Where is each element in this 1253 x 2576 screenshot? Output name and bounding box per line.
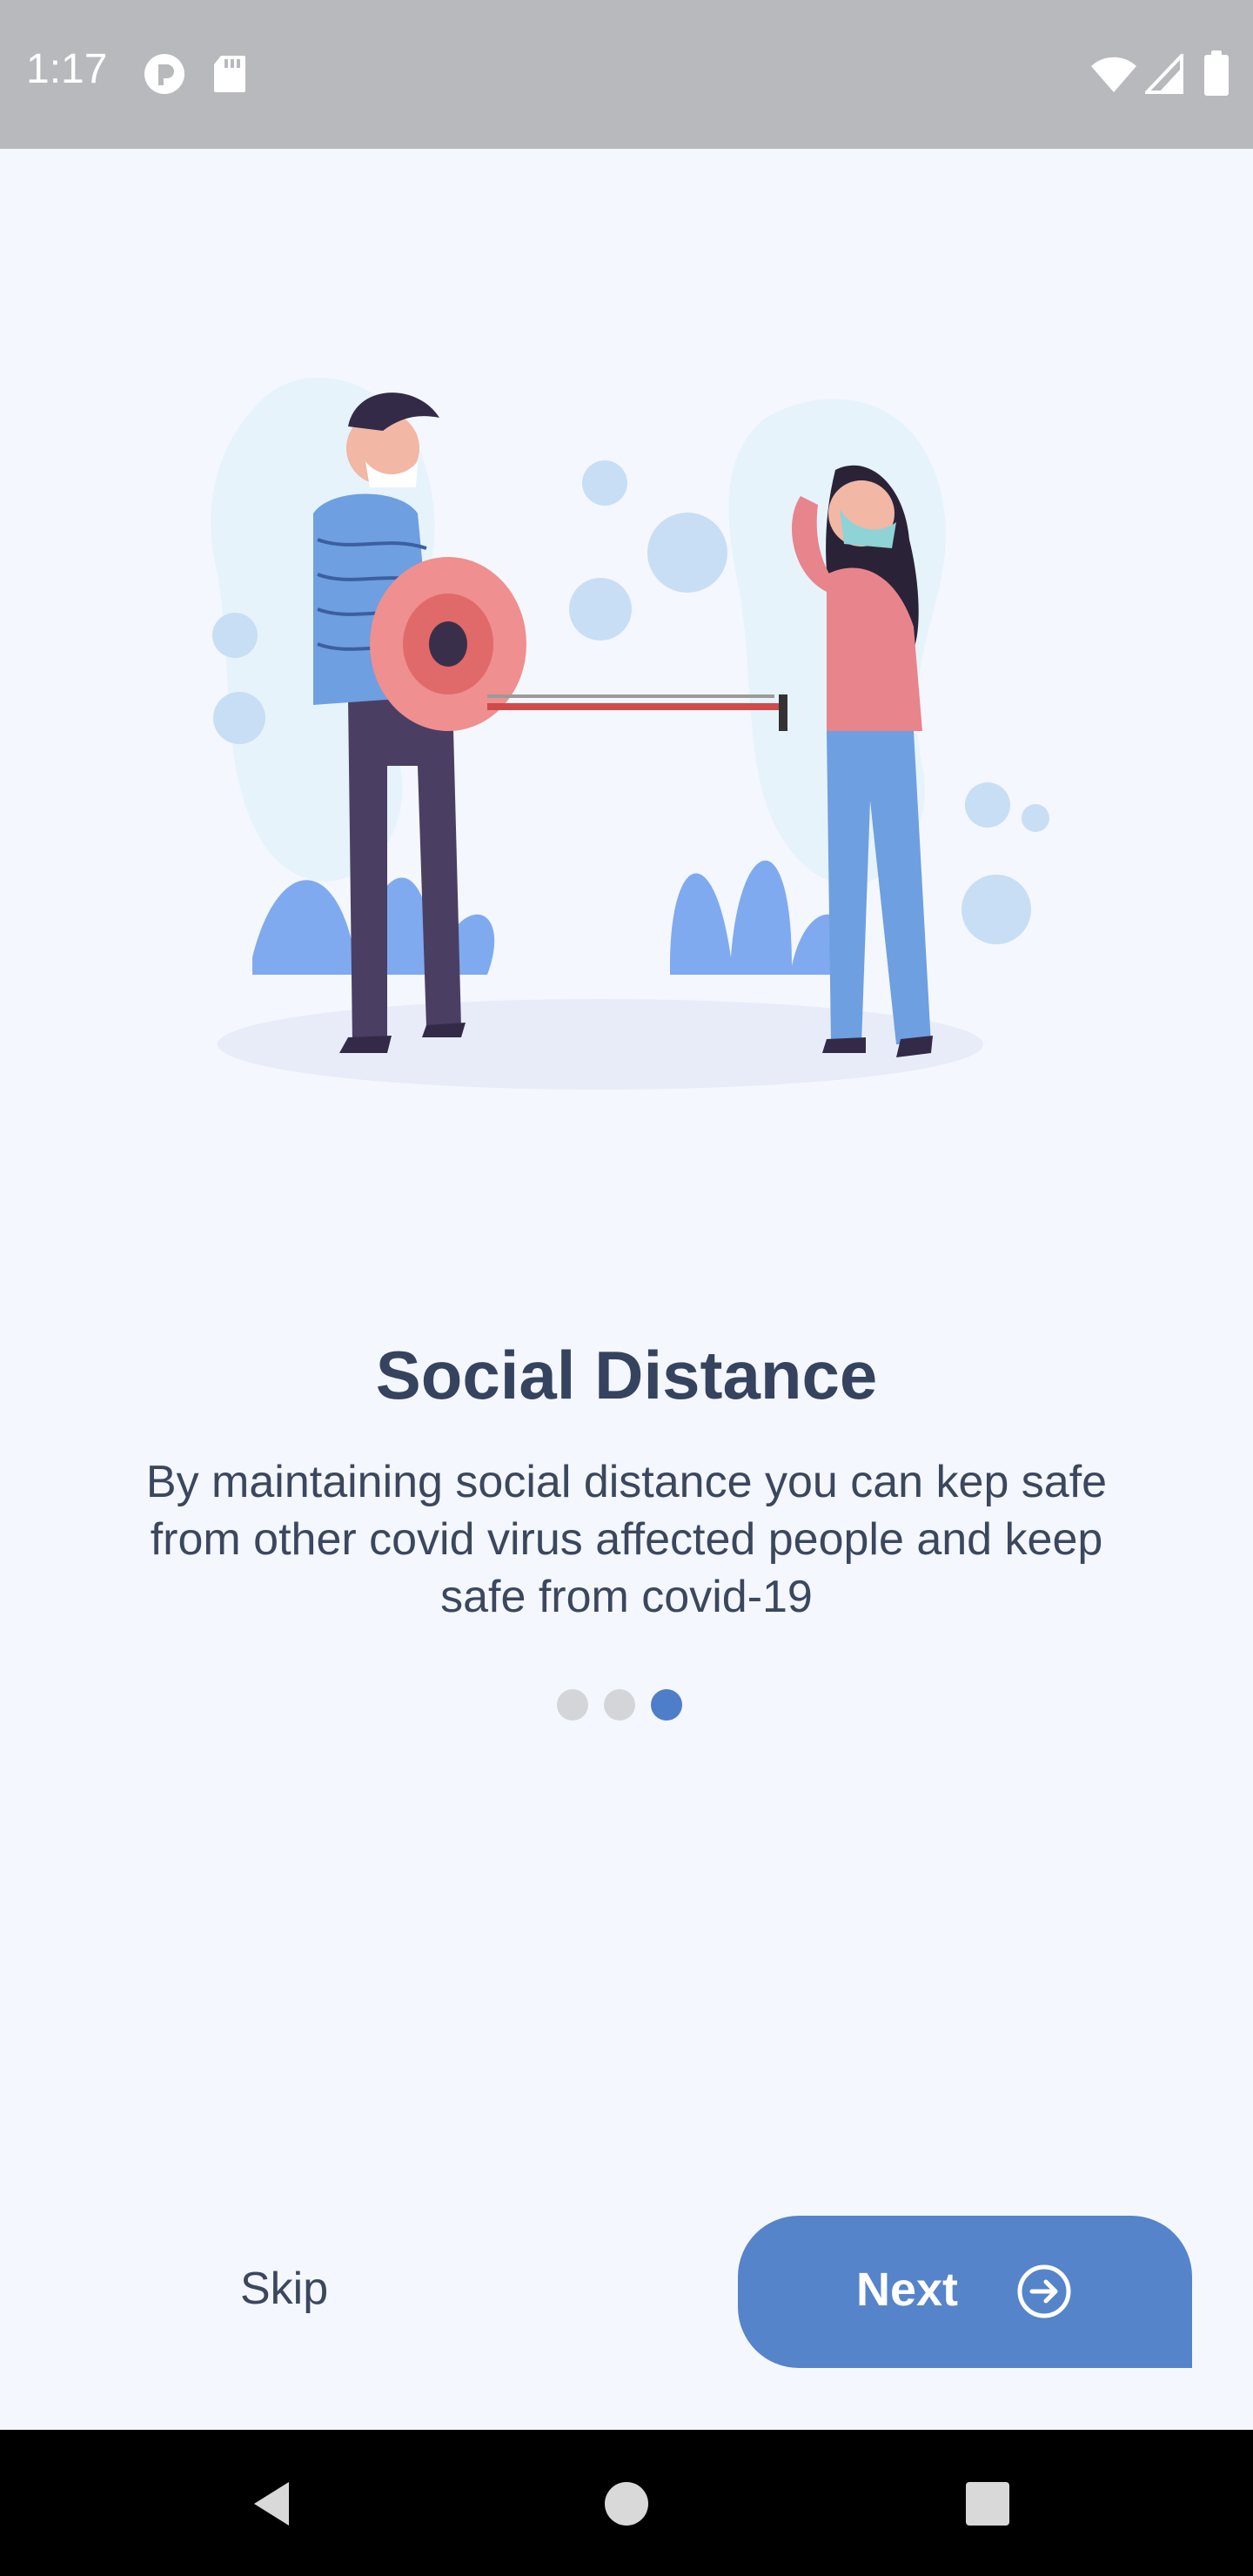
page-indicator-dot-active xyxy=(651,1689,682,1721)
onboarding-title: Social Distance xyxy=(375,1337,878,1413)
skip-button[interactable]: Skip xyxy=(240,2263,328,2315)
status-time: 1:17 xyxy=(26,46,108,92)
navigation-bar xyxy=(0,2430,1253,2576)
home-icon[interactable] xyxy=(587,2465,666,2543)
next-button-label: Next xyxy=(856,2264,959,2316)
battery-icon xyxy=(1204,50,1229,99)
status-bar: 1:17 xyxy=(0,0,1253,149)
cellular-signal-icon xyxy=(1142,51,1183,97)
onboarding-description: By maintaining social distance you can k… xyxy=(145,1457,1108,1622)
page-indicator-dot xyxy=(557,1689,588,1721)
social-distance-illustration xyxy=(200,366,1053,1131)
wifi-icon xyxy=(1089,54,1138,97)
recents-icon[interactable] xyxy=(948,2465,1027,2543)
next-button[interactable]: Next xyxy=(738,2216,1192,2368)
arrow-right-circle-icon xyxy=(1016,2264,1072,2323)
back-icon[interactable] xyxy=(235,2465,313,2543)
page-indicator xyxy=(557,1689,682,1721)
app-notification-icon xyxy=(143,52,186,99)
sd-card-icon xyxy=(212,54,247,97)
page-indicator-dot xyxy=(604,1689,635,1721)
